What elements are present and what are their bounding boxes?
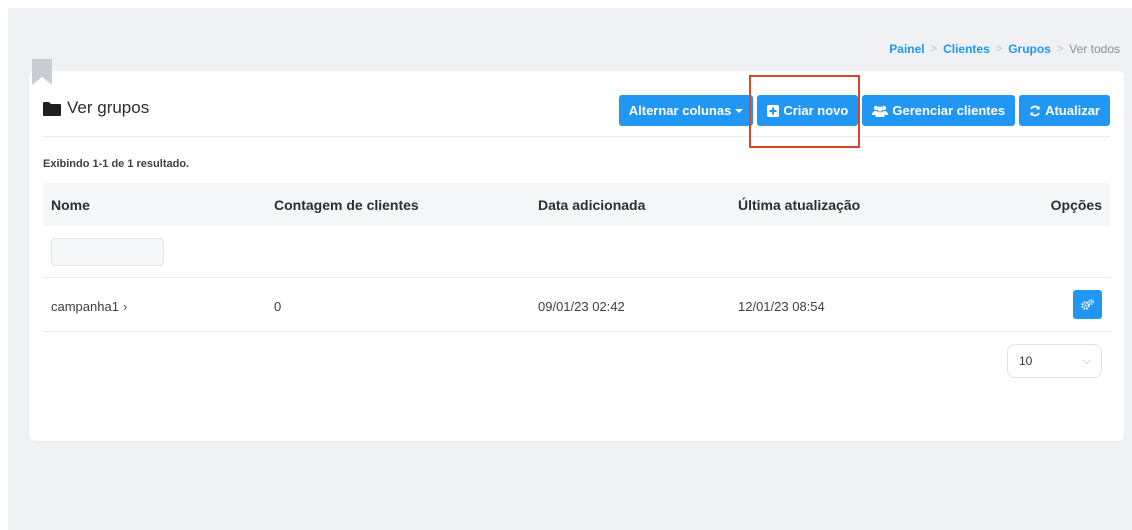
manage-clients-label: Gerenciar clientes (892, 103, 1006, 118)
column-header-date-added[interactable]: Data adicionada (538, 197, 645, 213)
column-header-name[interactable]: Nome (51, 197, 90, 213)
breadcrumb-separator: > (1056, 43, 1064, 55)
result-summary: Exibindo 1-1 de 1 resultado. (43, 158, 190, 170)
toggle-columns-label: Alternar colunas (628, 103, 732, 118)
highlight-box (749, 75, 860, 148)
table-header: Nome Contagem de clientes Data adicionad… (43, 183, 1110, 226)
page-title: Ver grupos (43, 98, 149, 118)
toggle-columns-button[interactable]: Alternar colunas (618, 95, 754, 126)
column-header-last-updated[interactable]: Última atualização (738, 197, 860, 213)
table-row: campanha1 › 0 09/01/23 02:42 12/01/23 08:… (43, 279, 1110, 332)
page-size-select[interactable]: 10 ⌵ (1007, 344, 1102, 378)
breadcrumb-clientes[interactable]: Clientes (943, 42, 990, 56)
filter-row (43, 226, 1110, 278)
page-size-value: 10 (1019, 354, 1033, 368)
folder-icon (43, 101, 61, 116)
column-header-client-count[interactable]: Contagem de clientes (274, 197, 419, 213)
users-icon (872, 105, 889, 117)
refresh-button[interactable]: Atualizar (1019, 95, 1110, 126)
breadcrumb-separator: > (995, 43, 1003, 55)
row-name: campanha1 (51, 299, 119, 314)
bookmark-icon (32, 59, 52, 85)
row-options-button[interactable] (1073, 290, 1102, 319)
chevron-right-icon: › (122, 299, 128, 314)
manage-clients-button[interactable]: Gerenciar clientes (862, 95, 1016, 126)
row-client-count: 0 (274, 299, 282, 314)
row-name-link[interactable]: campanha1 › (51, 299, 127, 314)
breadcrumb-grupos[interactable]: Grupos (1008, 42, 1051, 56)
row-date-added: 09/01/23 02:42 (538, 299, 625, 314)
refresh-label: Atualizar (1045, 103, 1100, 118)
caret-down-icon (735, 108, 744, 113)
breadcrumb-separator: > (930, 43, 938, 55)
refresh-icon (1030, 105, 1040, 116)
breadcrumb: Painel > Clientes > Grupos > Ver todos (889, 42, 1120, 56)
column-header-options: Opções (1050, 197, 1102, 213)
name-filter-input[interactable] (51, 238, 164, 266)
toolbar: Alternar colunas Criar novo Gerenciar cl… (618, 95, 1110, 126)
row-last-updated: 12/01/23 08:54 (738, 299, 825, 314)
card-header: Ver grupos Alternar colunas Criar novo G… (43, 95, 1110, 137)
breadcrumb-current: Ver todos (1069, 42, 1120, 56)
chevron-down-icon: ⌵ (1082, 355, 1091, 367)
page-title-text: Ver grupos (67, 98, 150, 117)
breadcrumb-painel[interactable]: Painel (889, 42, 924, 56)
cogs-icon (1081, 299, 1094, 310)
